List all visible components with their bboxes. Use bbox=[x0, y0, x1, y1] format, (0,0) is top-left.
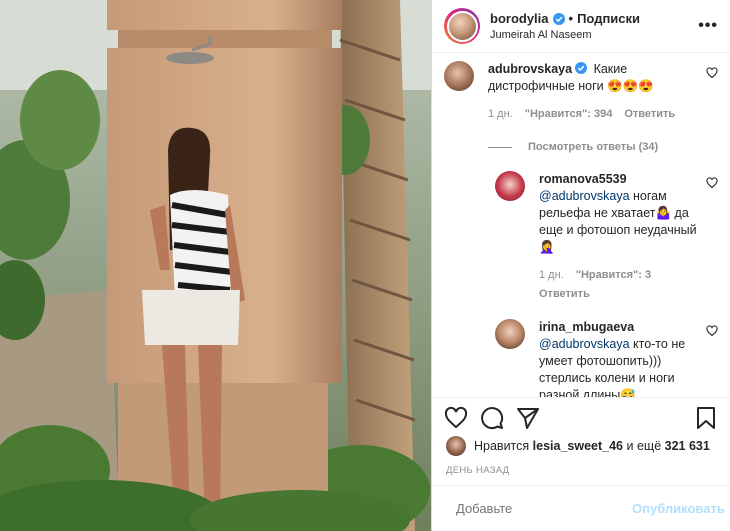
reply-body: irina_mbugaeva @adubrovskaya кто-то не у… bbox=[539, 319, 718, 397]
instagram-post: borodylia • Подписки Jumeirah Al Naseem … bbox=[0, 0, 730, 531]
reply-item: romanova5539 @adubrovskaya ногам рельефа… bbox=[495, 171, 718, 303]
bookmark-icon[interactable] bbox=[694, 406, 718, 430]
comment-time[interactable]: 1 дн. bbox=[488, 106, 513, 123]
comment-text-line: adubrovskaya Какие дистрофичные ноги 😍😍😍 bbox=[488, 61, 696, 95]
comments-list: adubrovskaya Какие дистрофичные ноги 😍😍😍… bbox=[432, 53, 730, 397]
reply-avatar[interactable] bbox=[495, 319, 525, 349]
reply-button[interactable]: Ответить bbox=[624, 106, 675, 123]
view-replies-button[interactable]: Посмотреть ответы (34) bbox=[488, 141, 718, 153]
separator-dot: • bbox=[568, 11, 574, 26]
comment-item: adubrovskaya Какие дистрофичные ноги 😍😍😍… bbox=[444, 61, 718, 123]
like-reply-icon[interactable] bbox=[706, 325, 718, 337]
post-header: borodylia • Подписки Jumeirah Al Naseem … bbox=[432, 0, 730, 53]
like-comment-icon[interactable] bbox=[706, 67, 718, 79]
more-options-icon[interactable]: ••• bbox=[698, 17, 718, 35]
like-icon[interactable] bbox=[444, 406, 468, 430]
verified-icon bbox=[552, 12, 565, 25]
post-image bbox=[0, 0, 431, 531]
post-side-panel: borodylia • Подписки Jumeirah Al Naseem … bbox=[431, 0, 730, 531]
reply-button[interactable]: Ответить bbox=[539, 286, 590, 303]
post-actions bbox=[432, 397, 730, 437]
follow-button[interactable]: Подписки bbox=[577, 11, 640, 26]
share-icon[interactable] bbox=[516, 406, 540, 430]
reply-avatar[interactable] bbox=[495, 171, 525, 201]
header-info: borodylia • Подписки Jumeirah Al Naseem bbox=[490, 11, 698, 41]
comment-meta: 1 дн. "Нравится": 394 Ответить bbox=[488, 106, 696, 123]
likes-count[interactable]: 321 631 bbox=[665, 439, 710, 453]
comment-username[interactable]: adubrovskaya bbox=[488, 62, 572, 76]
post-photo[interactable] bbox=[0, 0, 431, 531]
reply-username[interactable]: irina_mbugaeva bbox=[539, 320, 634, 334]
reply-item: irina_mbugaeva @adubrovskaya кто-то не у… bbox=[495, 319, 718, 397]
author-avatar[interactable] bbox=[444, 8, 480, 44]
reply-likes[interactable]: "Нравится": 3 bbox=[576, 267, 651, 284]
reply-text-line: romanova5539 @adubrovskaya ногам рельефа… bbox=[539, 171, 704, 256]
likes-prefix: Нравится bbox=[474, 439, 530, 453]
reply-meta: 1 дн. "Нравится": 3 Ответить bbox=[539, 267, 704, 303]
reply-mention[interactable]: @adubrovskaya bbox=[539, 337, 630, 351]
comment-likes[interactable]: "Нравится": 394 bbox=[525, 106, 613, 123]
comment-icon[interactable] bbox=[480, 406, 504, 430]
post-location[interactable]: Jumeirah Al Naseem bbox=[490, 29, 698, 41]
reply-time[interactable]: 1 дн. bbox=[539, 267, 564, 284]
reply-text-line: irina_mbugaeva @adubrovskaya кто-то не у… bbox=[539, 319, 704, 397]
liker-username[interactable]: lesia_sweet_46 bbox=[533, 439, 623, 453]
comment-input[interactable] bbox=[456, 501, 632, 516]
reply-mention[interactable]: @adubrovskaya bbox=[539, 189, 630, 203]
post-timestamp[interactable]: ДЕНЬ НАЗАД bbox=[432, 455, 730, 485]
reply-username[interactable]: romanova5539 bbox=[539, 172, 627, 186]
view-replies-label: Посмотреть ответы (34) bbox=[528, 141, 659, 153]
publish-button[interactable]: Опубликовать bbox=[632, 501, 725, 516]
avatar-image bbox=[446, 10, 478, 42]
author-username[interactable]: borodylia bbox=[490, 11, 549, 26]
replies-line bbox=[488, 146, 512, 148]
like-reply-icon[interactable] bbox=[706, 177, 718, 189]
liker-avatar[interactable] bbox=[446, 436, 466, 456]
comment-body: adubrovskaya Какие дистрофичные ноги 😍😍😍… bbox=[488, 61, 718, 123]
likes-middle: и ещё bbox=[626, 439, 662, 453]
add-comment-bar: Опубликовать bbox=[432, 485, 730, 531]
likes-summary: Нравится lesia_sweet_46 и ещё 321 631 bbox=[432, 436, 730, 456]
commenter-avatar[interactable] bbox=[444, 61, 474, 91]
header-line: borodylia • Подписки bbox=[490, 11, 698, 26]
verified-icon bbox=[575, 62, 588, 74]
reply-body: romanova5539 @adubrovskaya ногам рельефа… bbox=[539, 171, 718, 303]
